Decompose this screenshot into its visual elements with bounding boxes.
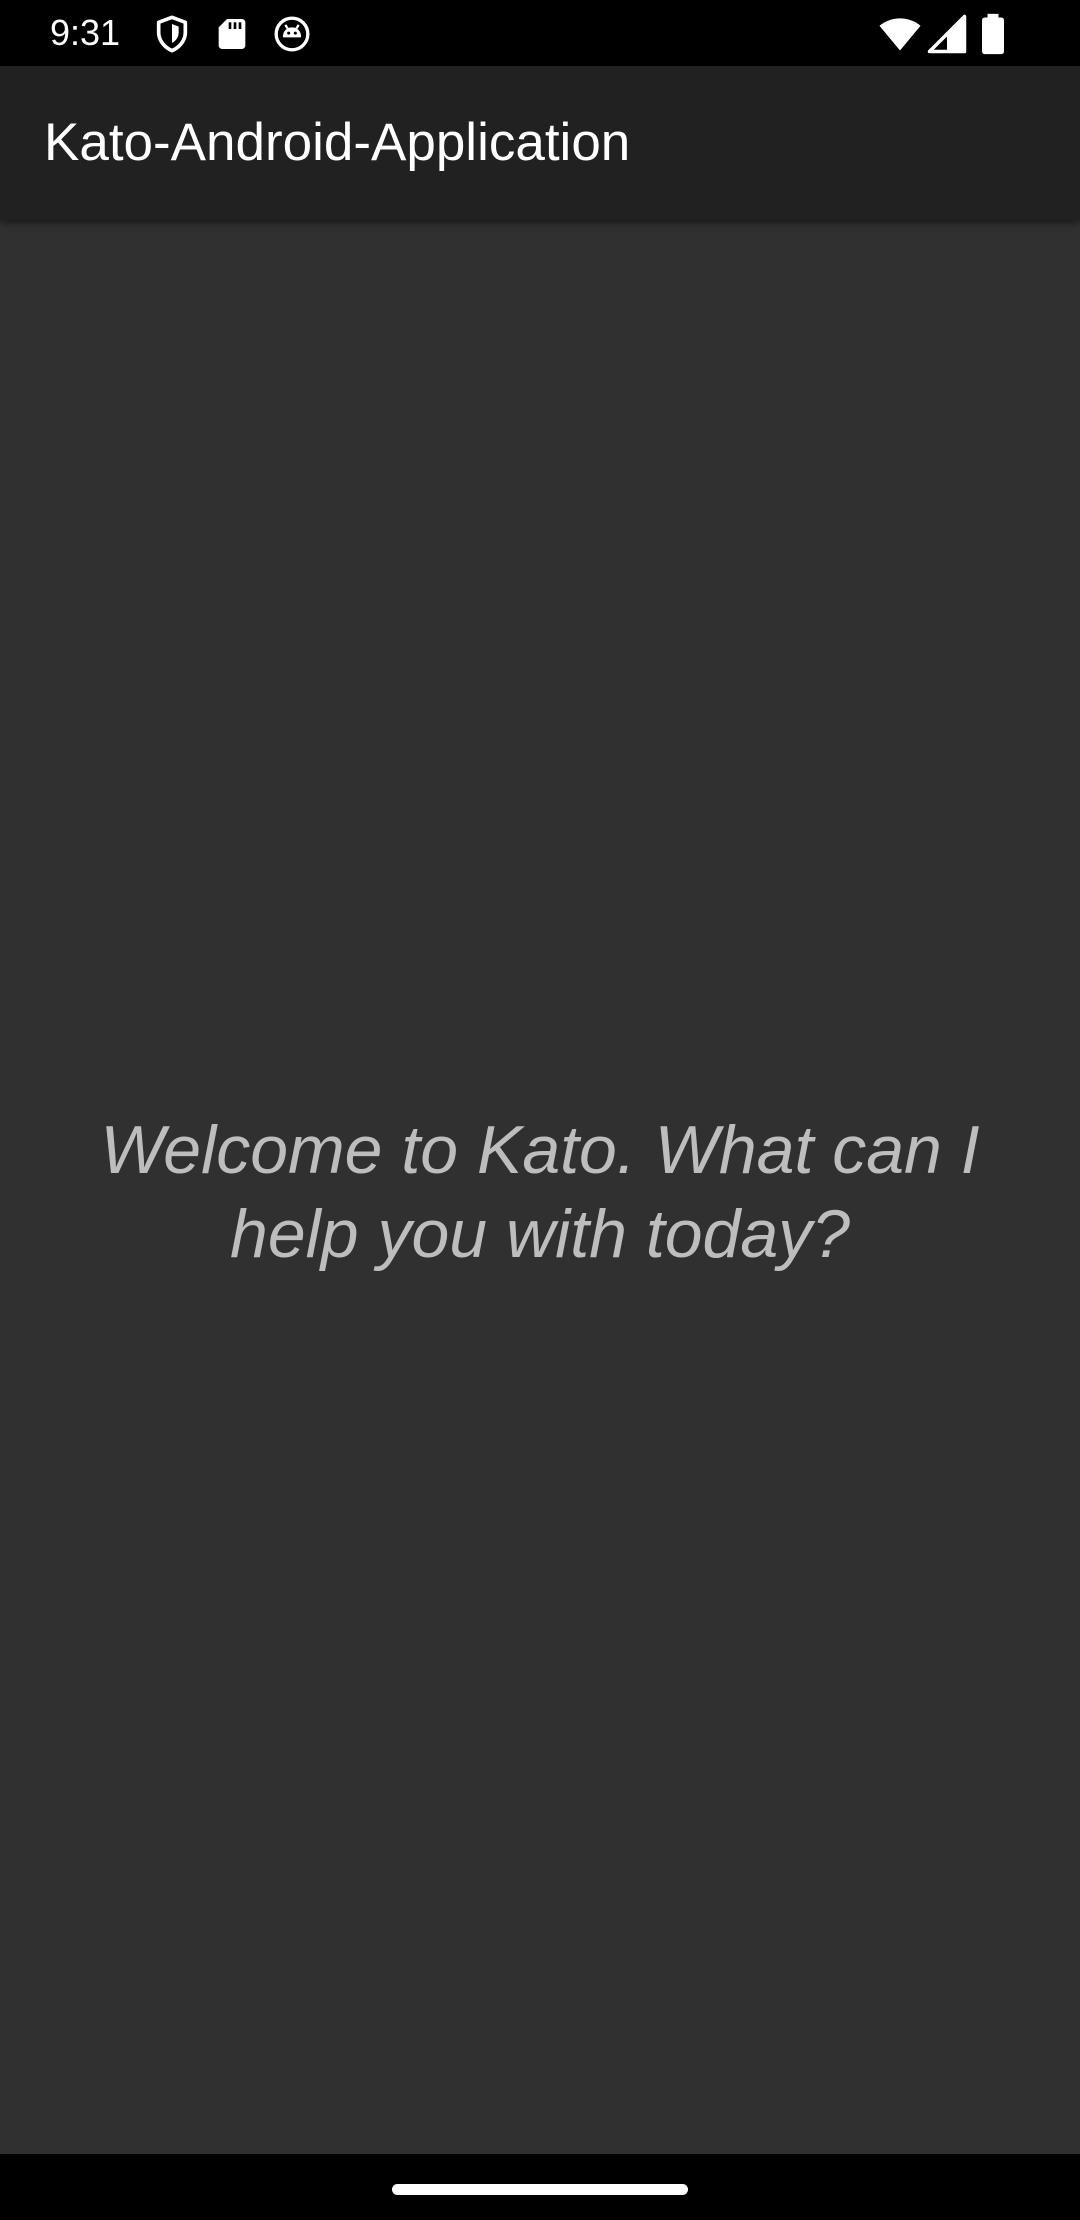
main-content: Welcome to Kato. What can I help you wit…: [0, 220, 1080, 2154]
cell-signal-icon: [926, 13, 968, 55]
welcome-message: Welcome to Kato. What can I help you wit…: [100, 1112, 980, 1272]
shield-icon: [152, 14, 192, 54]
app-title: Kato-Android-Application: [44, 113, 631, 172]
wifi-icon: [878, 12, 922, 56]
app-bar: Kato-Android-Application: [0, 66, 1080, 220]
phone-screen: 9:31 Kato-Android-Application Welcome to…: [0, 0, 1080, 2220]
android-head-icon: [272, 14, 312, 54]
home-gesture-handle[interactable]: [392, 2184, 688, 2195]
sd-card-icon: [212, 14, 252, 54]
status-time: 9:31: [50, 12, 121, 53]
navigation-bar: [0, 2154, 1080, 2220]
battery-icon: [976, 12, 1010, 56]
status-bar: 9:31: [0, 0, 1080, 66]
